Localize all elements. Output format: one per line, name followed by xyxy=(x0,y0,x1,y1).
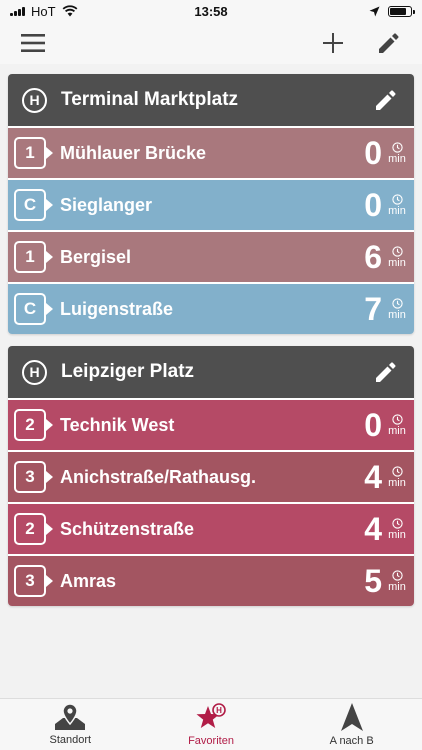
departure-row[interactable]: 1 Bergisel 6 min xyxy=(8,230,414,282)
battery-icon xyxy=(388,5,415,17)
edit-favorites-button[interactable] xyxy=(374,28,404,58)
departure-row[interactable]: 3 Anichstraße/Rathausg. 4 min xyxy=(8,450,414,502)
minutes-unit: min xyxy=(388,528,406,541)
line-badge: C xyxy=(14,293,53,325)
svg-text:H: H xyxy=(216,706,222,715)
favorite-card-header: H Terminal Marktplatz xyxy=(8,74,414,126)
edit-favorite-button[interactable] xyxy=(372,86,400,114)
destination-name: Schützenstraße xyxy=(60,518,195,539)
location-arrow-icon xyxy=(369,6,380,16)
minutes-unit: min xyxy=(388,308,406,321)
tab-a-nach-b[interactable]: A nach B xyxy=(281,699,422,750)
clock-icon xyxy=(391,245,403,257)
time-unit-group: min xyxy=(386,413,408,437)
carrier-label: HoT xyxy=(31,3,56,19)
minutes-unit: min xyxy=(388,476,406,489)
favorite-title: Leipziger Platz xyxy=(61,361,195,382)
time-unit-group: min xyxy=(386,193,408,217)
line-badge: 3 xyxy=(14,565,53,597)
clock-icon xyxy=(391,465,403,477)
pencil-icon xyxy=(379,33,399,53)
favorite-card: H Terminal Marktplatz 1 Mühlauer Brücke … xyxy=(8,74,414,334)
destination-name: Technik West xyxy=(60,414,175,435)
signal-icon xyxy=(10,6,25,16)
navigation-arrow-icon xyxy=(340,702,363,731)
destination-name: Sieglanger xyxy=(60,194,153,215)
edit-favorite-button[interactable] xyxy=(372,358,400,386)
menu-button[interactable] xyxy=(18,28,48,58)
minutes-unit: min xyxy=(388,424,406,437)
time-unit-group: min xyxy=(386,297,408,321)
add-favorite-button[interactable] xyxy=(318,28,348,58)
time-unit-group: min xyxy=(386,569,408,593)
stop-h-icon: H xyxy=(22,87,47,113)
stop-h-icon: H xyxy=(22,359,47,385)
departure-minutes: 5 xyxy=(364,562,382,599)
destination-name: Luigenstraße xyxy=(60,298,174,319)
line-badge: 2 xyxy=(14,513,53,545)
wifi-icon xyxy=(62,5,77,17)
departure-row[interactable]: 2 Schützenstraße 4 min xyxy=(8,502,414,554)
tab-label: Standort xyxy=(49,733,92,746)
tab-standort[interactable]: Standort xyxy=(0,699,141,750)
departure-row[interactable]: 3 Amras 5 min xyxy=(8,554,414,606)
minutes-unit: min xyxy=(388,580,406,593)
status-left: HoT xyxy=(10,4,78,19)
clock-icon xyxy=(391,569,403,581)
clock-icon xyxy=(391,141,403,153)
bottom-tab-bar: Standort H Favoriten A nach B xyxy=(0,698,422,750)
destination-name: Anichstraße/Rathausg. xyxy=(60,466,257,487)
departure-minutes: 4 xyxy=(364,510,382,547)
tab-label: Favoriten xyxy=(188,734,234,747)
tab-label: A nach B xyxy=(329,734,374,747)
departure-minutes: 0 xyxy=(364,134,382,171)
favorite-card: H Leipziger Platz 2 Technik West 0 min 3… xyxy=(8,346,414,606)
status-bar: HoT 13:58 xyxy=(0,0,422,22)
departure-row[interactable]: C Luigenstraße 7 min xyxy=(8,282,414,334)
plus-icon xyxy=(323,33,343,53)
departure-row[interactable]: 1 Mühlauer Brücke 0 min xyxy=(8,126,414,178)
map-pin-icon xyxy=(55,703,86,730)
hamburger-icon xyxy=(21,34,45,52)
clock-icon xyxy=(391,297,403,309)
departure-row[interactable]: 2 Technik West 0 min xyxy=(8,398,414,450)
toolbar-actions xyxy=(318,28,404,58)
destination-name: Mühlauer Brücke xyxy=(60,142,207,163)
clock-icon xyxy=(391,193,403,205)
clock-icon xyxy=(391,413,403,425)
destination-name: Bergisel xyxy=(60,246,132,267)
pencil-icon xyxy=(376,362,396,382)
departure-minutes: 7 xyxy=(364,290,382,327)
destination-name: Amras xyxy=(60,570,117,591)
star-h-icon: H xyxy=(196,702,226,728)
clock-icon xyxy=(391,517,403,529)
time-unit-group: min xyxy=(386,465,408,489)
status-right xyxy=(369,5,415,17)
favorites-list: H Terminal Marktplatz 1 Mühlauer Brücke … xyxy=(0,64,422,606)
minutes-unit: min xyxy=(388,152,406,165)
minutes-unit: min xyxy=(388,256,406,269)
line-badge: C xyxy=(14,189,53,221)
line-badge: 1 xyxy=(14,241,53,273)
tab-favoriten[interactable]: H Favoriten xyxy=(141,699,282,750)
departure-row[interactable]: C Sieglanger 0 min xyxy=(8,178,414,230)
time-unit-group: min xyxy=(386,245,408,269)
time-unit-group: min xyxy=(386,517,408,541)
line-badge: 1 xyxy=(14,137,53,169)
battery-level xyxy=(390,7,406,15)
top-toolbar xyxy=(0,22,422,64)
favorite-card-header: H Leipziger Platz xyxy=(8,346,414,398)
pencil-icon xyxy=(376,90,396,110)
departure-minutes: 0 xyxy=(364,186,382,223)
line-badge: 2 xyxy=(14,409,53,441)
departure-minutes: 0 xyxy=(364,406,382,443)
departure-minutes: 6 xyxy=(364,238,382,275)
departure-minutes: 4 xyxy=(364,458,382,495)
minutes-unit: min xyxy=(388,204,406,217)
line-badge: 3 xyxy=(14,461,53,493)
favorite-title: Terminal Marktplatz xyxy=(61,89,239,110)
time-unit-group: min xyxy=(386,141,408,165)
